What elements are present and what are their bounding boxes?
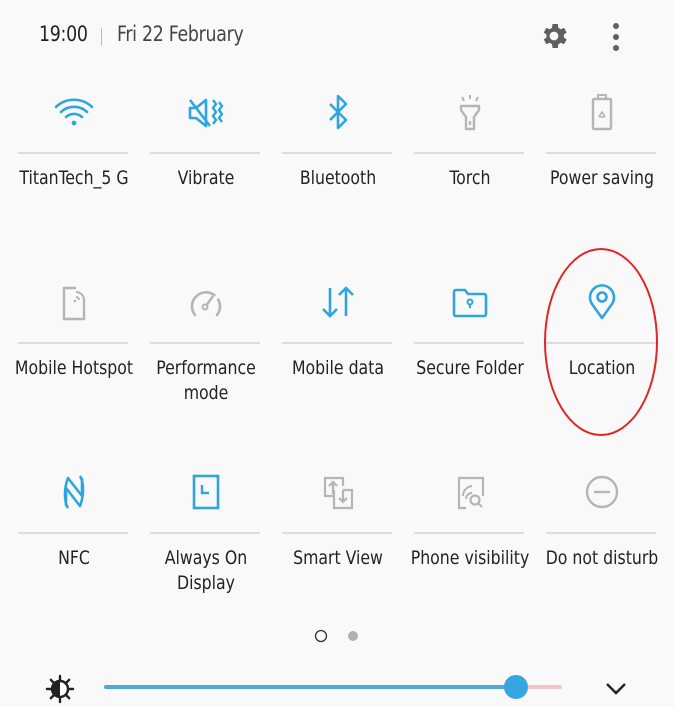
performance-icon[interactable]	[180, 276, 232, 328]
tile-nfc[interactable]: NFC	[8, 458, 140, 648]
tile-divider	[282, 532, 392, 534]
tile-divider	[18, 152, 128, 154]
tile-divider	[414, 532, 524, 534]
tile-label[interactable]: Performance mode	[145, 356, 266, 406]
phone-visibility-icon[interactable]	[444, 466, 496, 518]
tile-mobile-data[interactable]: Mobile data	[272, 268, 404, 458]
tile-divider	[282, 342, 392, 344]
tile-label[interactable]: Phone visibility	[409, 546, 530, 571]
brightness-slider-thumb[interactable]	[504, 675, 529, 699]
tile-divider	[18, 342, 128, 344]
tile-label[interactable]: Bluetooth	[277, 166, 398, 191]
tile-mobile-hotspot[interactable]: Mobile Hotspot	[8, 268, 140, 458]
wifi-icon[interactable]	[48, 86, 100, 138]
tile-divider	[18, 532, 128, 534]
chevron-down-icon[interactable]	[601, 675, 631, 701]
tile-label[interactable]: Secure Folder	[409, 356, 530, 381]
tile-always-on-display[interactable]: Always On Display	[140, 458, 272, 648]
tile-label[interactable]: Mobile data	[277, 356, 398, 381]
tile-divider	[150, 152, 260, 154]
torch-icon[interactable]	[444, 86, 496, 138]
page-dot	[348, 631, 358, 641]
brightness-slider[interactable]	[104, 675, 562, 699]
vibrate-icon[interactable]	[180, 86, 232, 138]
tile-label[interactable]: Mobile Hotspot	[13, 356, 134, 381]
tile-divider	[414, 152, 524, 154]
divider	[101, 28, 102, 46]
status-header: 19:00 Fri 22 February	[0, 0, 674, 76]
more-vertical-icon[interactable]	[604, 20, 628, 54]
mobile-data-icon[interactable]	[312, 276, 364, 328]
gear-icon[interactable]	[538, 20, 570, 52]
tile-label[interactable]: NFC	[13, 546, 134, 571]
tile-label[interactable]: Smart View	[277, 546, 398, 571]
page-indicator	[314, 629, 358, 643]
tile-label[interactable]: Torch	[409, 166, 530, 191]
tile-divider	[546, 342, 656, 344]
tile-divider	[282, 152, 392, 154]
brightness-slider-fill	[104, 685, 517, 689]
tile-vibrate[interactable]: Vibrate	[140, 78, 272, 268]
tile-divider	[150, 342, 260, 344]
power-saving-icon[interactable]	[576, 86, 628, 138]
tile-torch[interactable]: Torch	[404, 78, 536, 268]
tile-secure-folder[interactable]: Secure Folder	[404, 268, 536, 458]
tile-do-not-disturb[interactable]: Do not disturb	[536, 458, 668, 648]
do-not-disturb-icon[interactable]	[576, 466, 628, 518]
page-dot-current	[314, 629, 328, 643]
tile-label[interactable]: Do not disturb	[541, 546, 662, 571]
location-icon[interactable]	[576, 276, 628, 328]
secure-folder-icon[interactable]	[444, 276, 496, 328]
brightness-bar	[0, 665, 674, 707]
tile-performance-mode[interactable]: Performance mode	[140, 268, 272, 458]
brightness-icon	[45, 674, 75, 704]
smart-view-icon[interactable]	[312, 466, 364, 518]
tile-label[interactable]: Always On Display	[145, 546, 266, 596]
tile-power-saving[interactable]: Power saving	[536, 78, 668, 268]
tile-location[interactable]: Location	[536, 268, 668, 458]
tile-titantech-5-g[interactable]: TitanTech_5 G	[8, 78, 140, 268]
tile-divider	[546, 152, 656, 154]
nfc-icon[interactable]	[48, 466, 100, 518]
always-on-display-icon[interactable]	[180, 466, 232, 518]
tile-label[interactable]: TitanTech_5 G	[13, 166, 134, 191]
tile-label[interactable]: Power saving	[541, 166, 662, 191]
clock: 19:00	[39, 22, 88, 46]
tile-phone-visibility[interactable]: Phone visibility	[404, 458, 536, 648]
tile-smart-view[interactable]: Smart View	[272, 458, 404, 648]
tile-label[interactable]: Location	[541, 356, 662, 381]
tile-divider	[414, 342, 524, 344]
tile-bluetooth[interactable]: Bluetooth	[272, 78, 404, 268]
tile-divider	[546, 532, 656, 534]
date: Fri 22 February	[117, 22, 244, 46]
bluetooth-icon[interactable]	[312, 86, 364, 138]
tile-label[interactable]: Vibrate	[145, 166, 266, 191]
hotspot-icon[interactable]	[48, 276, 100, 328]
tile-divider	[150, 532, 260, 534]
